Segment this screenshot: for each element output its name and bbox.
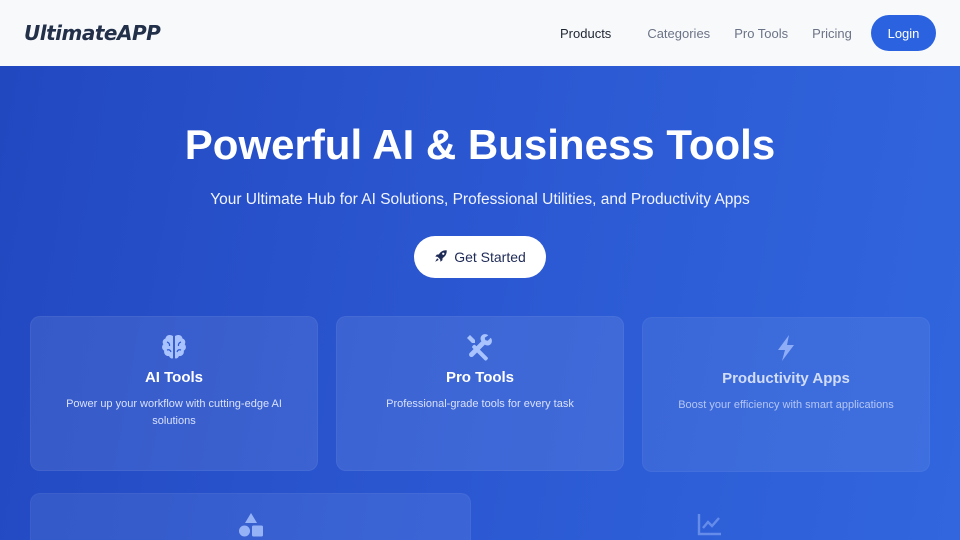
rocket-icon — [434, 249, 448, 266]
tools-icon — [337, 333, 623, 361]
nav-links: Products Categories Pro Tools Pricing — [560, 0, 876, 66]
hero-subtitle: Your Ultimate Hub for AI Solutions, Prof… — [210, 191, 750, 208]
hero-title: Powerful AI & Business Tools — [184, 121, 776, 168]
login-button[interactable]: Login — [871, 15, 936, 51]
bolt-icon — [643, 334, 929, 362]
card-title: Productivity Apps — [722, 370, 850, 387]
feature-card-pro-tools[interactable]: Pro Tools Professional-grade tools for e… — [336, 316, 624, 471]
get-started-button[interactable]: Get Started — [414, 236, 546, 278]
get-started-label: Get Started — [454, 249, 526, 265]
brand-logo[interactable]: UltimateAPP — [24, 21, 161, 45]
nav-item-categories[interactable]: Categories — [647, 26, 710, 41]
hero-section: Powerful AI & Business Tools Your Ultima… — [0, 66, 960, 540]
nav-item-pro-tools[interactable]: Pro Tools — [734, 26, 788, 41]
card-description: Power up your workflow with cutting-edge… — [66, 398, 282, 427]
nav-item-products[interactable]: Products — [560, 26, 611, 41]
top-navbar: UltimateAPP Products Categories Pro Tool… — [0, 0, 960, 66]
card-title: AI Tools — [144, 369, 204, 386]
brain-icon — [31, 333, 317, 361]
feature-card-ai-tools[interactable]: AI Tools Power up your workflow with cut… — [30, 316, 318, 471]
chart-line-icon — [490, 512, 929, 536]
feature-card-4[interactable] — [30, 493, 471, 540]
card-description: Professional-grade tools for every task — [386, 398, 574, 410]
feature-card-5[interactable] — [489, 493, 930, 540]
nav-item-pricing[interactable]: Pricing — [812, 26, 852, 41]
card-title: Pro Tools — [445, 369, 515, 386]
shapes-icon — [31, 512, 470, 538]
feature-card-productivity-apps[interactable]: Productivity Apps Boost your efficiency … — [642, 317, 930, 472]
card-description: Boost your efficiency with smart applica… — [678, 399, 894, 411]
